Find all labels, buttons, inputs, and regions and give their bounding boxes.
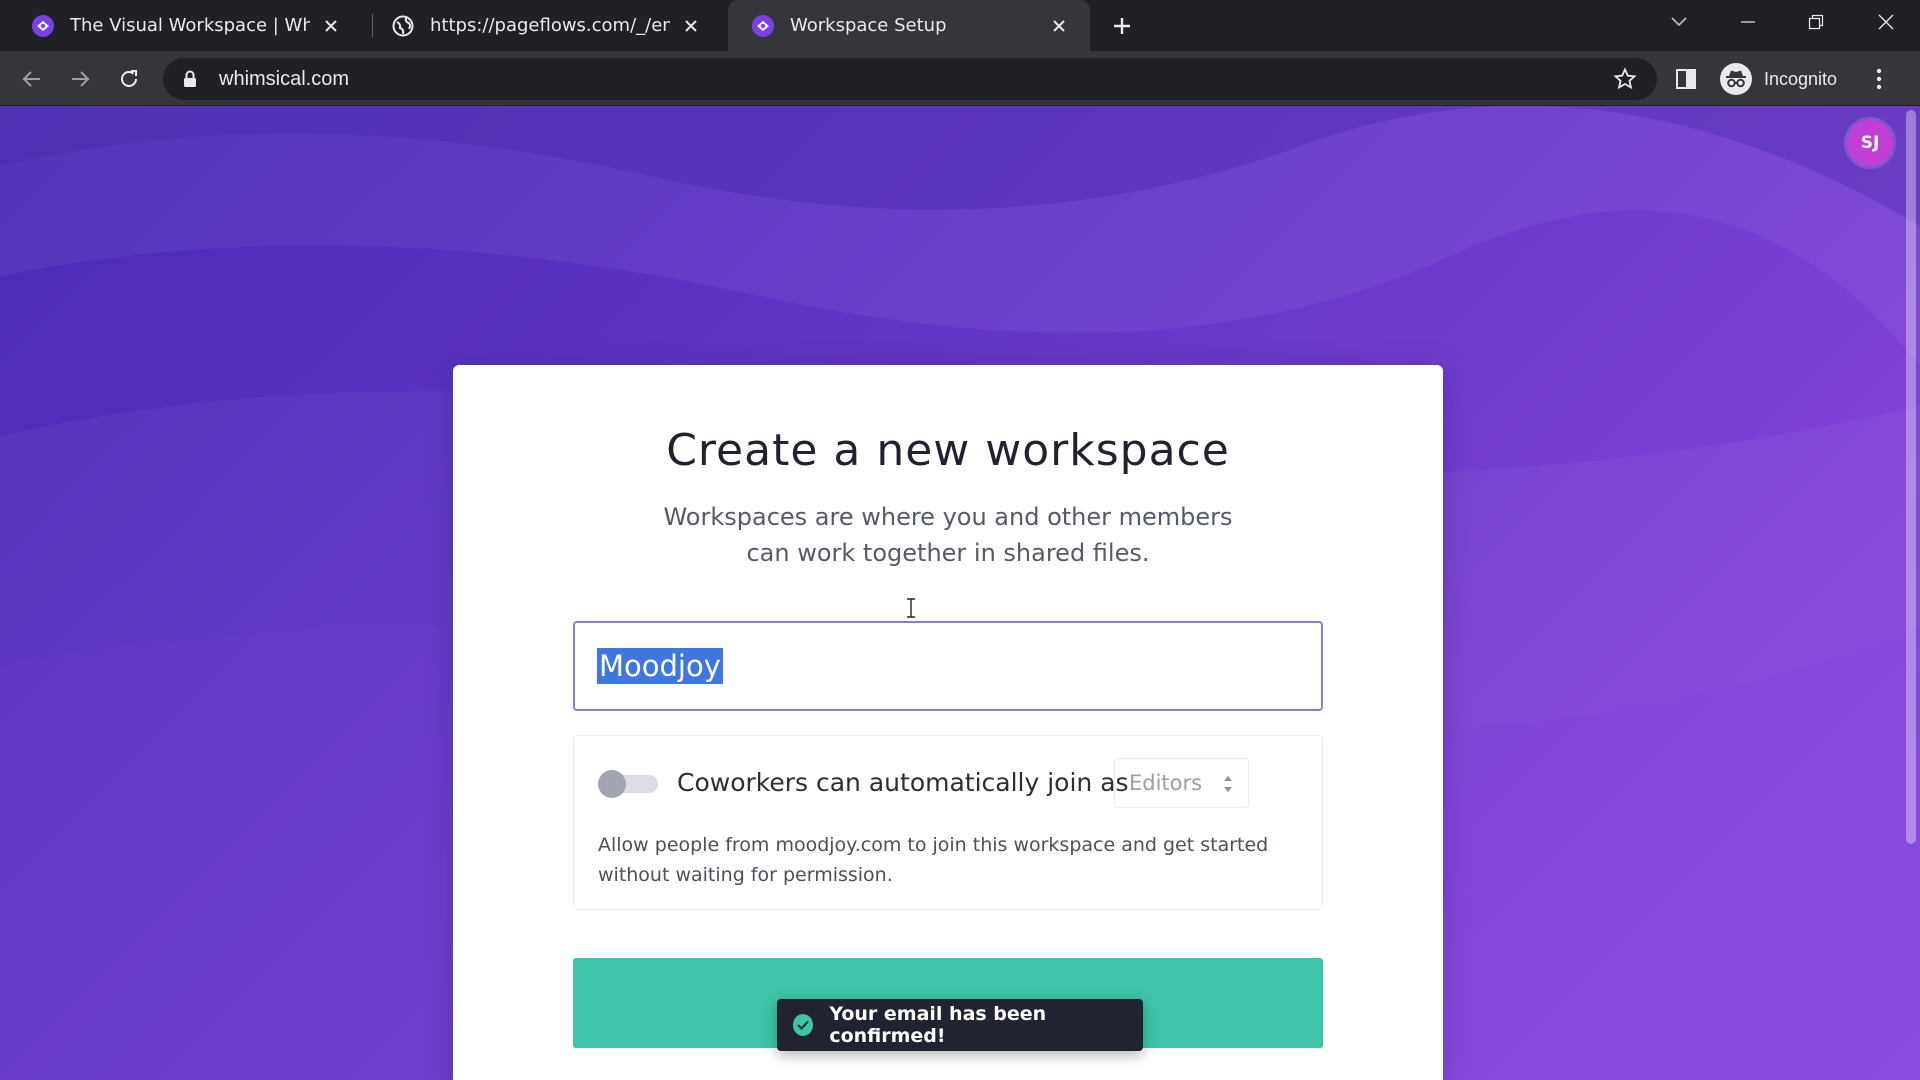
browser-menu-button[interactable]: [1875, 62, 1883, 96]
close-tab-icon[interactable]: [1046, 13, 1072, 39]
globe-icon: [392, 15, 414, 37]
whimsical-icon: [32, 14, 54, 37]
tab-title: The Visual Workspace | Whimsical: [70, 15, 310, 36]
workspace-name-value: Moodjoy: [597, 648, 723, 684]
new-tab-button[interactable]: [1106, 10, 1138, 42]
tab-title: Workspace Setup: [790, 15, 947, 36]
workspace-name-input[interactable]: Moodjoy: [573, 621, 1323, 711]
side-panel-button[interactable]: [1675, 62, 1697, 96]
minimize-button[interactable]: [1714, 0, 1782, 44]
restore-button[interactable]: [1782, 0, 1850, 44]
help-line: Allow people from moodjoy.com to join th…: [598, 834, 1269, 856]
more-vertical-icon: [1876, 68, 1882, 90]
auto-join-toggle[interactable]: [598, 770, 658, 798]
profile-label: Incognito: [1764, 68, 1838, 89]
address-bar[interactable]: whimsical.com: [163, 58, 1657, 100]
create-workspace-card: Create a new workspace Workspaces are wh…: [453, 365, 1443, 1080]
auto-join-settings: Coworkers can automatically join as Edit…: [573, 735, 1323, 910]
minimize-icon: [1741, 21, 1755, 23]
scrollbar-thumb[interactable]: [1906, 110, 1916, 844]
page-scrollbar[interactable]: [1902, 106, 1920, 1080]
auto-join-help-text: Allow people from moodjoy.com to join th…: [598, 830, 1298, 890]
plus-icon: [1114, 18, 1130, 34]
toast-message: Your email has been confirmed!: [829, 1003, 1047, 1047]
email-confirmed-toast: Your email has been confirmed!: [777, 999, 1143, 1051]
url-text: whimsical.com: [219, 67, 350, 90]
star-icon[interactable]: [1613, 67, 1637, 91]
select-arrows-icon: [1224, 776, 1232, 792]
browser-tab-workspace-setup[interactable]: Workspace Setup: [728, 0, 1090, 51]
close-tab-icon[interactable]: [318, 13, 344, 39]
incognito-icon: [1720, 63, 1752, 95]
help-line: without waiting for permission.: [598, 864, 893, 886]
subtitle-line: Workspaces are where you and other membe…: [663, 503, 1233, 531]
whimsical-icon: [752, 14, 774, 37]
toggle-knob: [598, 770, 626, 798]
browser-tab-whimsical[interactable]: The Visual Workspace | Whimsical: [8, 0, 362, 51]
check-circle-icon: [793, 1014, 814, 1036]
side-panel-icon: [1676, 69, 1696, 89]
close-icon: [1878, 14, 1894, 30]
arrow-left-icon: [22, 71, 40, 87]
page-subtitle: Workspaces are where you and other membe…: [648, 499, 1248, 571]
auto-join-label: Coworkers can automatically join as: [677, 768, 1129, 797]
chevron-down-icon: [1671, 17, 1687, 27]
tab-title: https://pageflows.com/_/emails/: [430, 15, 670, 36]
back-button[interactable]: [15, 62, 49, 96]
incognito-profile-button[interactable]: Incognito: [1720, 57, 1837, 101]
page-title: Create a new workspace: [666, 425, 1230, 476]
arrow-right-icon: [72, 71, 90, 87]
close-window-button[interactable]: [1852, 0, 1920, 44]
restore-icon: [1808, 14, 1824, 30]
browser-tab-bar: The Visual Workspace | Whimsical https:/…: [0, 0, 1920, 51]
role-select[interactable]: Editors: [1114, 758, 1249, 808]
forward-button[interactable]: [63, 62, 97, 96]
user-avatar[interactable]: SJ: [1847, 120, 1893, 166]
browser-toolbar: whimsical.com Incognito: [0, 51, 1920, 106]
browser-tab-pageflows[interactable]: https://pageflows.com/_/emails/: [368, 0, 722, 51]
text-cursor-icon: [907, 598, 915, 618]
reload-icon: [121, 70, 137, 87]
close-tab-icon[interactable]: [678, 13, 704, 39]
tab-search-button[interactable]: [1645, 0, 1713, 44]
lock-icon[interactable]: [183, 70, 199, 88]
role-select-value: Editors: [1129, 771, 1203, 795]
subtitle-line: can work together in shared files.: [746, 539, 1150, 567]
page-background: SJ Create a new workspace Workspaces are…: [0, 106, 1920, 1080]
reload-button[interactable]: [112, 62, 146, 96]
